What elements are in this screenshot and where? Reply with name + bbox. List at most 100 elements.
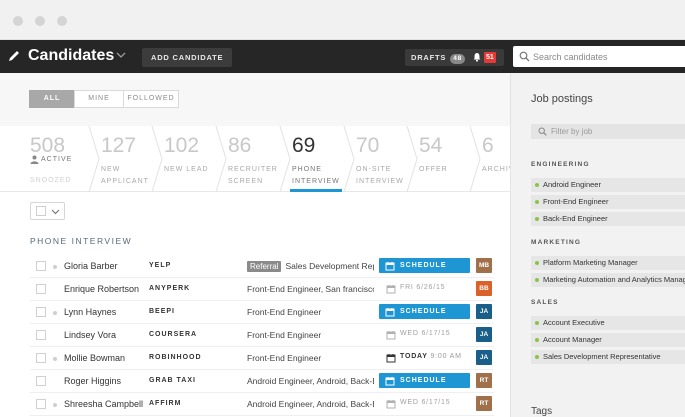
filter-tab-all[interactable]: ALL	[29, 90, 75, 108]
status-dot	[53, 311, 57, 315]
stage-count: 102	[164, 134, 200, 157]
row-checkbox[interactable]	[36, 261, 46, 271]
current-stage-indicator	[290, 189, 342, 192]
table-row[interactable]: Lynn Haynes BEEPI Front-End Engineer SCHEDU…	[30, 301, 494, 324]
stage-count: 127	[101, 134, 137, 157]
search-box[interactable]	[513, 46, 685, 67]
bulk-select-dropdown[interactable]	[30, 202, 65, 220]
schedule-button[interactable]: SCHEDULE	[379, 304, 470, 319]
job-filter-box[interactable]	[531, 124, 685, 139]
stage-count: 69	[292, 134, 316, 157]
job-title: Account Executive	[543, 318, 605, 327]
avatar[interactable]: JA	[476, 350, 492, 365]
job-posting-item[interactable]: Account Manager	[531, 333, 685, 347]
job-title: Front-End Engineer	[543, 197, 609, 206]
window-zoom-dot[interactable]	[57, 16, 67, 26]
stage-label: NEW LEAD	[164, 166, 209, 173]
schedule-date[interactable]: FRI 6/26/15	[400, 284, 445, 291]
schedule-button[interactable]: SCHEDULE	[379, 258, 470, 273]
search-input[interactable]	[533, 48, 681, 65]
role-text: Front-End Engineer	[247, 307, 322, 317]
candidate-name[interactable]: Gloria Barber	[64, 261, 118, 271]
table-row[interactable]: Shreesha Campbell AFFIRM Android Engineer,…	[30, 393, 494, 416]
table-row[interactable]: Enrique Robertson ANYPERK Front-End Engine…	[30, 278, 494, 301]
stage-label: ON-SITE INTERVIEW	[356, 166, 404, 185]
stage-count: 86	[228, 134, 252, 157]
app-window: Candidates ADD CANDIDATE DRAFTS48 51 ALL…	[0, 0, 685, 417]
row-checkbox[interactable]	[36, 399, 46, 409]
job-status-dot	[535, 355, 539, 359]
job-posting-item[interactable]: Sales Development Representative	[531, 350, 685, 364]
candidate-name[interactable]: Shreesha Campbell	[64, 399, 143, 409]
candidate-name[interactable]: Enrique Robertson	[64, 284, 139, 294]
job-title: Back-End Engineer	[543, 214, 608, 223]
role-text: Sales Development Repr	[285, 261, 374, 271]
job-posting-item[interactable]: Front-End Engineer	[531, 195, 685, 209]
schedule-label: SCHEDULE	[400, 308, 447, 315]
schedule-button[interactable]: SCHEDULE	[379, 373, 470, 388]
row-checkbox[interactable]	[36, 330, 46, 340]
avatar[interactable]: JA	[476, 304, 492, 319]
row-checkbox[interactable]	[36, 353, 46, 363]
role-text: Android Engineer, Android, Back-E	[247, 399, 374, 409]
table-row[interactable]: Gloria Barber YELP Referral Sales Developme…	[30, 255, 494, 278]
stage-label: PHONE INTERVIEW	[292, 166, 340, 185]
window-close-dot[interactable]	[13, 16, 23, 26]
schedule-date[interactable]: WED 6/17/15	[400, 399, 450, 406]
job-postings-title: Job postings	[531, 93, 593, 105]
table-row[interactable]: Roger Higgins GRAB TAXI Android Engineer, …	[30, 370, 494, 393]
chevron-down-icon[interactable]	[115, 49, 127, 61]
window-minimize-dot[interactable]	[35, 16, 45, 26]
candidate-role: Android Engineer, Android, Back-E	[247, 399, 374, 409]
job-filter-input[interactable]	[551, 124, 681, 139]
candidate-company: COURSERA	[149, 331, 198, 338]
avatar[interactable]: BB	[476, 281, 492, 296]
schedule-date[interactable]: WED 6/17/15	[400, 330, 450, 337]
stage-archived[interactable]: 6 ARCHIVED	[482, 126, 510, 192]
candidate-name[interactable]: Lynn Haynes	[64, 307, 116, 317]
notifications-button[interactable]: 51	[468, 49, 504, 66]
avatar[interactable]: RT	[476, 396, 492, 411]
job-posting-item[interactable]: Back-End Engineer	[531, 212, 685, 226]
stage-divider	[151, 126, 163, 192]
drafts-button[interactable]: DRAFTS 48	[405, 49, 472, 66]
select-all-checkbox[interactable]	[36, 206, 46, 216]
candidate-role: Front-End Engineer	[247, 307, 374, 317]
add-candidate-button[interactable]: ADD CANDIDATE	[142, 48, 233, 67]
search-icon	[538, 127, 547, 136]
candidate-name[interactable]: Roger Higgins	[64, 376, 121, 386]
avatar[interactable]: RT	[476, 373, 492, 388]
drafts-label: DRAFTS	[411, 53, 447, 62]
table-row[interactable]: Mollie Bowman ROBINHOOD Front-End Engineer…	[30, 347, 494, 370]
stage-divider	[406, 126, 418, 192]
candidate-name[interactable]: Mollie Bowman	[64, 353, 125, 363]
candidate-name[interactable]: Lindsey Vora	[64, 330, 116, 340]
main-content: ALL MINE FOLLOWED 508 127 NEW APPLICANT 1…	[0, 73, 510, 417]
job-status-dot	[535, 217, 539, 221]
candidate-role: Front-End Engineer, San francisco,	[247, 284, 374, 294]
row-checkbox[interactable]	[36, 307, 46, 317]
avatar[interactable]: JA	[476, 327, 492, 342]
stage-divider	[343, 126, 355, 192]
job-posting-item[interactable]: Android Engineer	[531, 178, 685, 192]
schedule-label: SCHEDULE	[400, 377, 447, 384]
schedule-date[interactable]: TODAY 9:00 AM	[400, 353, 462, 360]
candidate-company: GRAB TAXI	[149, 377, 196, 384]
job-category-label: SALES	[531, 299, 559, 306]
filter-tab-followed[interactable]: FOLLOWED	[123, 90, 179, 108]
candidate-company: AFFIRM	[149, 400, 182, 407]
job-posting-item[interactable]: Marketing Automation and Analytics Manag…	[531, 273, 685, 287]
table-row[interactable]: Lindsey Vora COURSERA Front-End Engineer WE…	[30, 324, 494, 347]
snoozed-toggle[interactable]: SNOOZED	[30, 177, 72, 184]
filter-tab-mine[interactable]: MINE	[74, 90, 124, 108]
job-posting-item[interactable]: Platform Marketing Manager	[531, 256, 685, 270]
stage-divider	[215, 126, 227, 192]
row-checkbox[interactable]	[36, 284, 46, 294]
job-posting-item[interactable]: Account Executive	[531, 316, 685, 330]
stage-divider	[88, 126, 100, 192]
calendar-icon	[385, 377, 395, 386]
row-checkbox[interactable]	[36, 376, 46, 386]
job-category-label: MARKETING	[531, 239, 582, 246]
stage-label: RECRUITER SCREEN	[228, 166, 278, 185]
avatar[interactable]: MB	[476, 258, 492, 273]
